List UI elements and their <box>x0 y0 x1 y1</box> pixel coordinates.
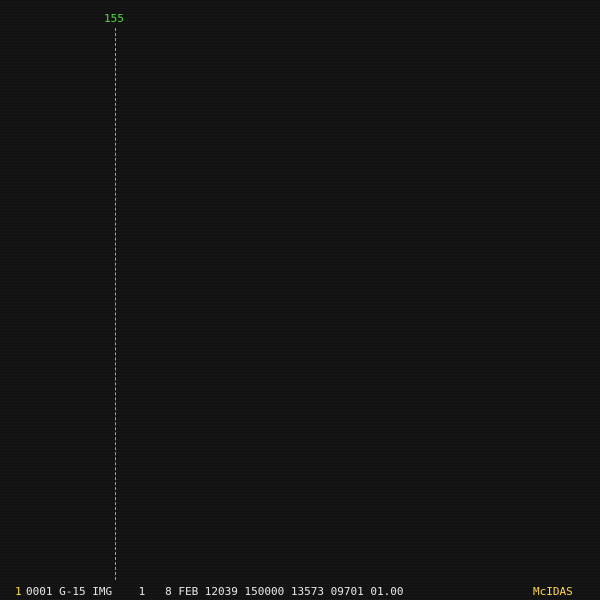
app-name-label: McIDAS <box>533 585 573 598</box>
frame-number: 1 <box>15 585 22 598</box>
image-status-bar: 1 0001 G-15 IMG 1 8 FEB 12039 150000 135… <box>0 584 600 600</box>
longitude-grid-label: 155 <box>104 12 124 25</box>
image-info-text: 0001 G-15 IMG 1 8 FEB 12039 150000 13573… <box>26 585 404 598</box>
longitude-grid-line <box>115 28 116 580</box>
satellite-image-viewport[interactable]: 155 1 0001 G-15 IMG 1 8 FEB 12039 150000… <box>0 0 600 600</box>
